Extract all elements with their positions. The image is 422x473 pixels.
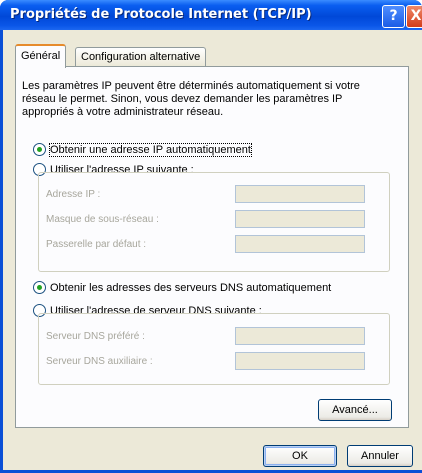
close-button[interactable]: X	[406, 5, 422, 28]
dns-auto-option[interactable]: Obtenir les adresses des serveurs DNS au…	[33, 281, 331, 294]
dns-auto-radio[interactable]	[33, 281, 46, 294]
dialog-window: Propriétés de Protocole Internet (TCP/IP…	[0, 0, 422, 473]
ip-auto-label: Obtenir une adresse IP automatiquement	[49, 142, 252, 157]
alternate-dns-field[interactable]	[235, 352, 365, 370]
dns-auto-label: Obtenir les adresses des serveurs DNS au…	[50, 281, 332, 294]
tab-alternate-configuration[interactable]: Configuration alternative	[75, 47, 207, 66]
preferred-dns-label: Serveur DNS préféré :	[46, 331, 145, 342]
help-button[interactable]: ?	[382, 5, 405, 28]
dns-settings-group	[38, 313, 390, 385]
preferred-dns-field[interactable]	[235, 327, 365, 345]
subnet-mask-label: Masque de sous-réseau :	[46, 214, 159, 225]
ok-button[interactable]: OK	[263, 445, 337, 467]
tab-general[interactable]: Général	[15, 44, 67, 68]
cancel-button[interactable]: Annuler	[347, 445, 413, 467]
alternate-dns-label: Serveur DNS auxiliaire :	[46, 356, 153, 367]
ip-auto-option[interactable]: Obtenir une adresse IP automatiquement	[33, 142, 252, 157]
advanced-button[interactable]: Avancé...	[318, 399, 392, 421]
ip-auto-radio[interactable]	[33, 143, 46, 156]
title-bar[interactable]: Propriétés de Protocole Internet (TCP/IP…	[0, 0, 422, 30]
intro-text: Les paramètres IP peuvent être déterminé…	[22, 80, 360, 118]
subnet-mask-field[interactable]	[235, 210, 365, 228]
ip-address-field[interactable]	[235, 185, 365, 203]
default-gateway-field[interactable]	[235, 235, 365, 253]
ip-address-label: Adresse IP :	[46, 189, 101, 200]
window-title: Propriétés de Protocole Internet (TCP/IP…	[10, 7, 312, 22]
default-gateway-label: Passerelle par défaut :	[46, 239, 147, 250]
